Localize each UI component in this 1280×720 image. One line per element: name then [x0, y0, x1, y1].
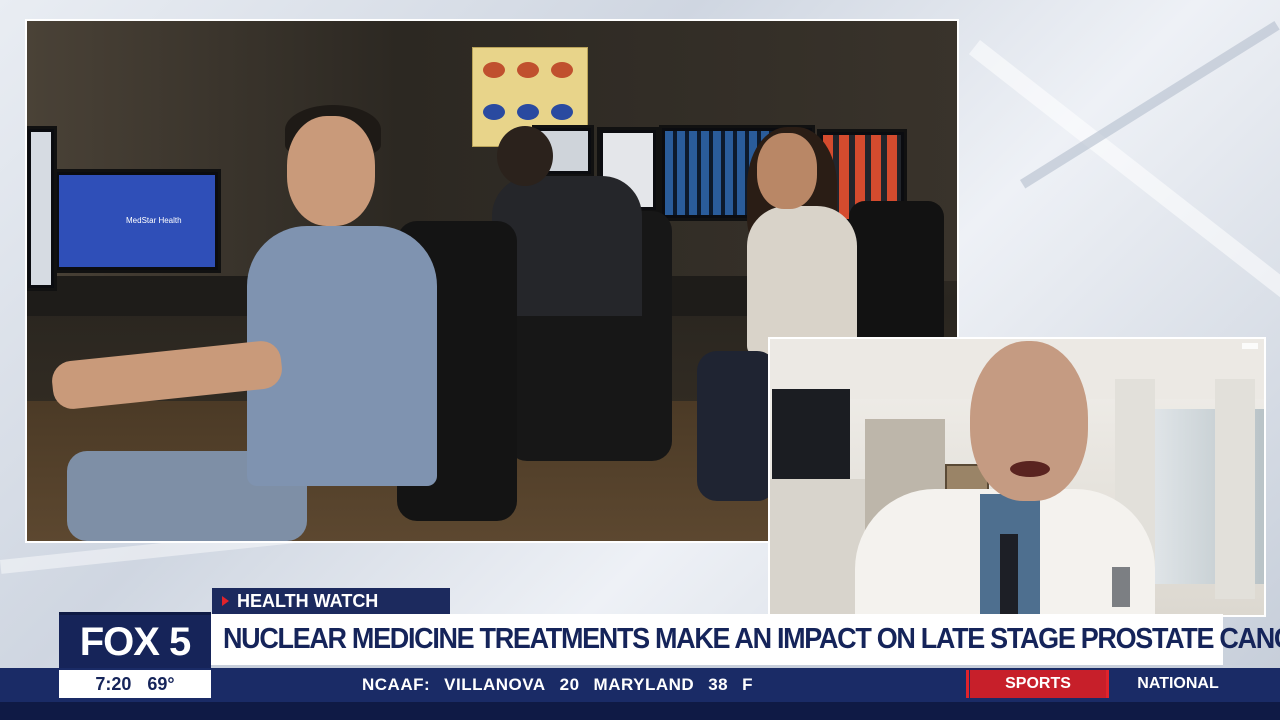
- inset-watermark: [1242, 343, 1258, 349]
- segment-tag-label: HEALTH WATCH: [237, 590, 379, 611]
- ticker-category-active: SPORTS: [970, 670, 1106, 698]
- person-head: [757, 133, 817, 209]
- ticker-status: F: [742, 675, 753, 694]
- network-logo: FOX 5: [59, 612, 211, 670]
- monitor-text: MedStar Health: [126, 216, 182, 225]
- doctor-mouth: [1010, 461, 1050, 477]
- headline-bar: NUCLEAR MEDICINE TREATMENTS MAKE AN IMPA…: [211, 614, 1280, 668]
- person-head: [287, 116, 375, 226]
- ticker-divider: [966, 670, 969, 698]
- clock-time: 7:20: [95, 673, 132, 694]
- person-head: [497, 126, 553, 186]
- ticker-category-next: NATIONAL: [1137, 675, 1219, 692]
- temperature: 69°: [147, 673, 175, 694]
- bottom-strip: [0, 702, 1280, 720]
- play-triangle-icon: [222, 596, 229, 606]
- ticker-score-value: 20: [559, 675, 580, 694]
- doctor-tie: [1000, 534, 1018, 615]
- ticker-score-value: 38: [708, 675, 729, 694]
- ticker-score: NCAAF: VILLANOVA 20 MARYLAND 38 F: [362, 674, 753, 696]
- ticker-team: MARYLAND: [593, 675, 695, 694]
- curtain: [1215, 379, 1255, 599]
- network-logo-text: FOX 5: [79, 620, 192, 664]
- segment-tag: HEALTH WATCH: [212, 588, 450, 614]
- ticker-league: NCAAF:: [362, 675, 431, 694]
- time-weather-box: 7:20 69°: [59, 670, 211, 698]
- interview-video-feed: [768, 337, 1266, 617]
- person-legs: [697, 351, 777, 501]
- background-streak: [968, 40, 1280, 313]
- person-seated: [747, 206, 857, 356]
- doctor-head: [970, 341, 1088, 501]
- ticker-team: VILLANOVA: [444, 675, 546, 694]
- monitor: MedStar Health: [53, 169, 221, 273]
- wall-tv: [772, 389, 850, 489]
- office-chair: [849, 201, 944, 351]
- monitor: [27, 126, 57, 291]
- ticker-divider: [1106, 670, 1109, 698]
- headline-text: NUCLEAR MEDICINE TREATMENTS MAKE AN IMPA…: [223, 623, 1280, 655]
- doctor-badge: [1112, 567, 1130, 607]
- fireplace-mantel: [770, 479, 865, 615]
